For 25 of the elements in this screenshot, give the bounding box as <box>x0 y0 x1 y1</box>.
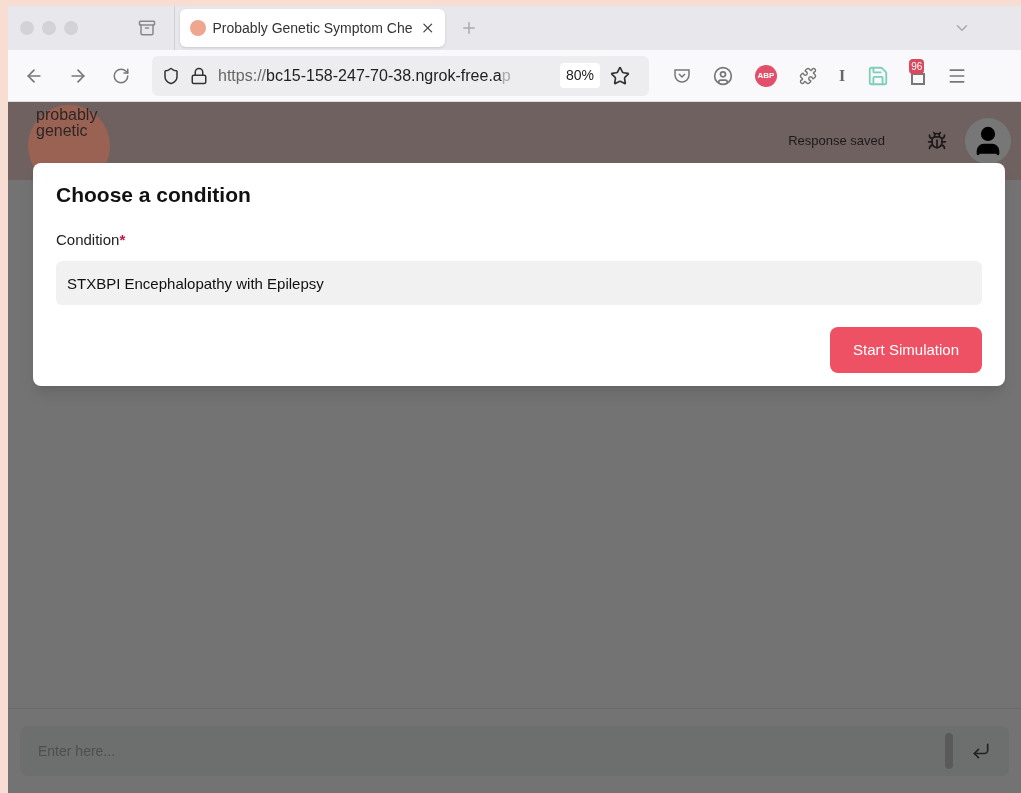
browser-tab[interactable]: Probably Genetic Symptom Che <box>180 9 445 47</box>
enter-icon[interactable] <box>971 741 991 761</box>
avatar[interactable] <box>965 118 1011 164</box>
puzzle-icon[interactable] <box>799 66 817 85</box>
favicon-icon <box>190 20 206 36</box>
url-text: https://bc15-158-247-70-38.ngrok-free.ap <box>218 65 512 86</box>
extension-icon[interactable]: I <box>839 63 846 88</box>
start-simulation-button[interactable]: Start Simulation <box>830 327 982 373</box>
field-label: Condition <box>56 230 120 248</box>
lock-icon <box>190 66 208 85</box>
count-badge: 96 <box>909 58 925 74</box>
shield-icon <box>162 66 180 85</box>
archive-icon[interactable] <box>138 19 156 37</box>
reload-icon[interactable] <box>112 66 130 85</box>
condition-field[interactable]: STXBPI Encephalopathy with Epilepsy <box>56 261 982 305</box>
star-icon[interactable] <box>610 65 631 86</box>
account-icon[interactable] <box>713 65 733 86</box>
adblock-icon[interactable]: ABP <box>755 64 777 87</box>
required-mark: * <box>119 230 126 248</box>
save-status: Response saved <box>788 132 885 151</box>
address-bar[interactable]: https://bc15-158-247-70-38.ngrok-free.ap 80% <box>152 55 649 96</box>
zoom-level[interactable]: 80% <box>560 63 601 88</box>
tab-title: Probably Genetic Symptom Che <box>212 18 413 38</box>
pocket-icon[interactable] <box>673 66 691 85</box>
bug-icon[interactable] <box>927 131 947 151</box>
